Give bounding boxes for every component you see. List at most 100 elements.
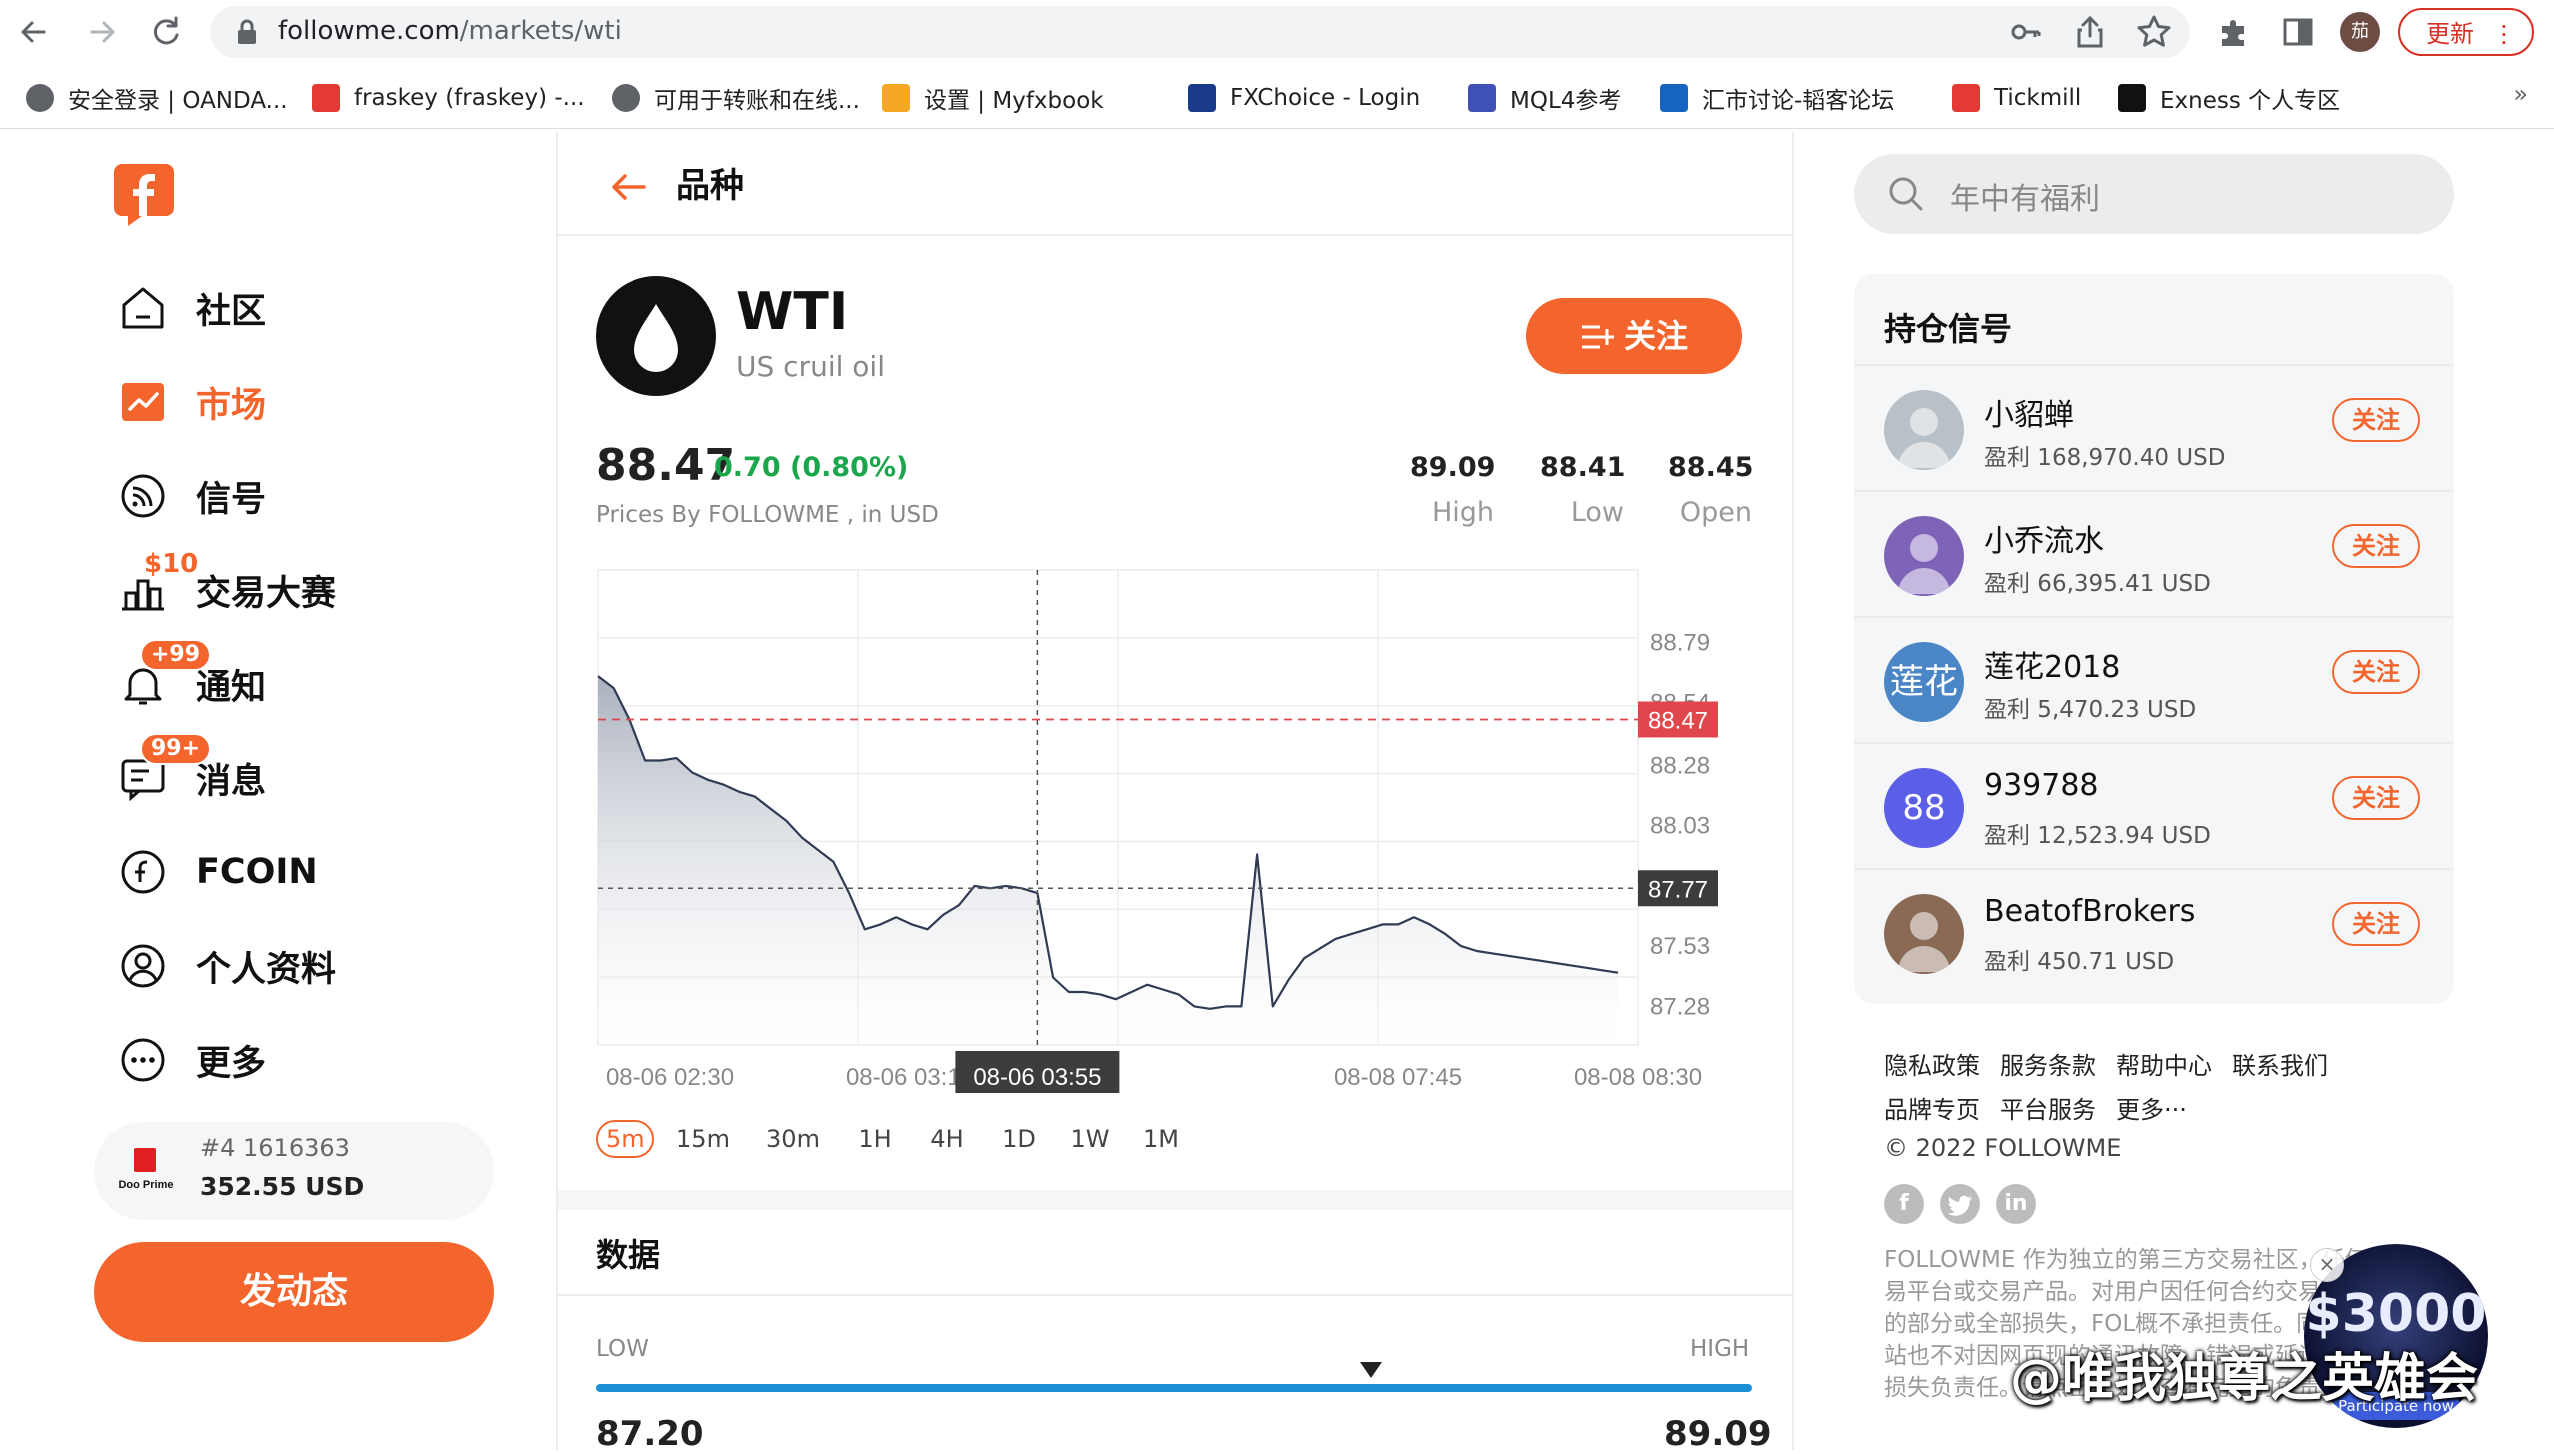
signal-row[interactable]: 莲花 莲花2018 盈利 5,470.23 USD 关注 [1854, 616, 2454, 742]
nav-item-1[interactable]: 社区 [118, 278, 266, 338]
timeframe-tab[interactable]: 1W [1058, 1120, 1122, 1160]
nav-item-6[interactable]: 99+ 消息 [118, 733, 266, 808]
current-price-tag-label: 88.47 [1648, 707, 1708, 734]
footer-link[interactable]: 平台服务 [2000, 1090, 2096, 1125]
nav-item-4[interactable]: $10 交易大赛 [118, 549, 336, 620]
linkedin-icon[interactable]: in [1996, 1184, 2036, 1224]
sidepanel-icon[interactable] [2278, 12, 2318, 52]
timeframe-tab[interactable]: 4H [914, 1120, 980, 1160]
timeframe-tab[interactable]: 1D [990, 1120, 1048, 1160]
x-tick-label: 08-08 08:30 [1574, 1064, 1702, 1091]
range-high-value: 89.09 [1664, 1414, 1772, 1454]
follow-signal-button[interactable]: 关注 [2332, 776, 2420, 820]
timeframe-tab[interactable]: 5m [596, 1120, 654, 1158]
back-arrow-icon[interactable] [606, 164, 652, 210]
nav-item-8[interactable]: 个人资料 [118, 936, 336, 996]
price-chart[interactable]: 88.7988.5488.2888.0387.5387.2888.4787.77… [590, 560, 1770, 1100]
timeframe-tab[interactable]: 1H [846, 1120, 904, 1160]
footer-link[interactable]: 联系我们 [2232, 1046, 2328, 1081]
search-input[interactable]: 年中有福利 [1854, 154, 2454, 234]
bookmark-item[interactable]: 可用于转账和在线... [612, 78, 860, 118]
follow-signal-button[interactable]: 关注 [2332, 902, 2420, 946]
myfxbook-icon [882, 84, 910, 112]
timeframe-tabs: 5m 15m 30m 1H 4H 1D 1W 1M [596, 1120, 1200, 1160]
signal-name: 小乔流水 [1984, 524, 2104, 559]
reload-icon[interactable] [146, 12, 186, 52]
y-tick-label: 87.28 [1650, 993, 1710, 1020]
signal-row[interactable]: 88 939788 盈利 12,523.94 USD 关注 [1854, 742, 2454, 868]
stat-value: 88.45 [1668, 452, 1754, 483]
timeframe-tab[interactable]: 30m [750, 1120, 836, 1160]
doo-prime-logo-icon: Doo Prime [112, 1146, 180, 1196]
signals-card: 持仓信号 小貂蝉 盈利 168,970.40 USD 关注 小乔流水 盈利 66,395… [1854, 274, 2454, 1004]
footer-link[interactable]: 帮助中心 [2116, 1046, 2212, 1081]
bookmark-item[interactable]: fraskey (fraskey) -... [312, 78, 585, 118]
bookmark-item[interactable]: Exness 个人专区 [2118, 78, 2340, 118]
post-button[interactable]: 发动态 [94, 1242, 494, 1342]
search-icon [1886, 174, 1926, 214]
promo-close-icon[interactable]: × [2310, 1248, 2344, 1282]
bookmark-item[interactable]: 设置 | Myfxbook [882, 78, 1104, 118]
broker-card[interactable]: Doo Prime #4 1616363 352.55 USD [94, 1122, 494, 1220]
twitter-icon[interactable] [1940, 1184, 1980, 1224]
signal-row[interactable]: 小乔流水 盈利 66,395.41 USD 关注 [1854, 490, 2454, 616]
x-tick-label: 08-08 07:45 [1334, 1064, 1462, 1091]
symbol-description: US cruil oil [736, 350, 885, 383]
nav-item-9[interactable]: 更多 [118, 1030, 266, 1090]
extensions-icon[interactable] [2214, 12, 2254, 52]
stat-high: 89.09 High [1410, 452, 1495, 528]
signal-row[interactable]: BeatofBrokers 盈利 450.71 USD 关注 [1854, 868, 2454, 994]
bookmark-label: Exness 个人专区 [2160, 88, 2341, 114]
update-button[interactable]: 更新 ⋮ [2398, 8, 2534, 56]
oil-drop-icon [596, 276, 716, 396]
facebook-icon[interactable]: f [1884, 1184, 1924, 1224]
signal-row[interactable]: 小貂蝉 盈利 168,970.40 USD 关注 [1854, 364, 2454, 490]
y-tick-label: 88.03 [1650, 813, 1710, 840]
bookmark-item[interactable]: MQL4参考 [1468, 78, 1621, 118]
promo-amount: $3000 [2305, 1284, 2487, 1344]
timeframe-tab[interactable]: 15m [666, 1120, 740, 1160]
footer-link[interactable]: 隐私政策 [1884, 1046, 1980, 1081]
back-icon[interactable] [14, 12, 54, 52]
bookmark-item[interactable]: FXChoice - Login [1188, 78, 1420, 118]
stat-label: Low [1570, 497, 1624, 528]
search-placeholder: 年中有福利 [1950, 182, 2100, 217]
key-icon[interactable] [2006, 12, 2046, 52]
bookmark-item[interactable]: 安全登录 | OANDA... [26, 78, 288, 118]
follow-signal-button[interactable]: 关注 [2332, 524, 2420, 568]
follow-button[interactable]: 关注 [1526, 298, 1742, 374]
address-bar[interactable]: followme.com/markets/wti [210, 6, 2190, 58]
stat-value: 88.41 [1540, 452, 1626, 483]
signal-name: 939788 [1984, 768, 2099, 803]
follow-signal-button[interactable]: 关注 [2332, 650, 2420, 694]
nav-item-3[interactable]: 信号 [118, 466, 266, 526]
divider [1792, 132, 1794, 1450]
bookmark-item[interactable]: Tickmill [1952, 78, 2081, 118]
forward-icon[interactable] [82, 12, 122, 52]
message-icon: 99+ [118, 733, 212, 803]
follow-list-icon [1580, 323, 1614, 351]
timeframe-tab[interactable]: 1M [1132, 1120, 1190, 1160]
fraskey-icon [312, 84, 340, 112]
share-icon[interactable] [2070, 12, 2110, 52]
fcoin-icon [118, 847, 168, 897]
footer-link[interactable]: 服务条款 [2000, 1046, 2096, 1081]
bookmark-item[interactable]: 汇市讨论-韬客论坛 [1660, 78, 1894, 118]
signal-profit: 盈利 5,470.23 USD [1984, 697, 2197, 723]
price-area [598, 676, 1618, 1045]
signal-profit: 盈利 12,523.94 USD [1984, 823, 2211, 849]
bookmark-label: FXChoice - Login [1230, 85, 1421, 111]
follow-label: 关注 [1623, 317, 1688, 355]
bookmarks-more-icon[interactable]: » [2513, 80, 2528, 108]
follow-signal-button[interactable]: 关注 [2332, 398, 2420, 442]
footer-link[interactable]: 品牌专页 [1884, 1090, 1980, 1125]
nav-item-5[interactable]: +99 通知 [118, 639, 266, 714]
bookmark-star-icon[interactable] [2134, 12, 2174, 52]
nav-item-2[interactable]: 市场 [118, 372, 266, 432]
nav-item-7[interactable]: FCOIN [118, 842, 318, 902]
profile-avatar[interactable]: 茄 [2340, 12, 2380, 52]
globe-icon [26, 84, 54, 112]
divider [558, 1294, 1792, 1296]
followme-logo-icon[interactable] [112, 160, 176, 226]
footer-link[interactable]: 更多··· [2116, 1090, 2187, 1125]
